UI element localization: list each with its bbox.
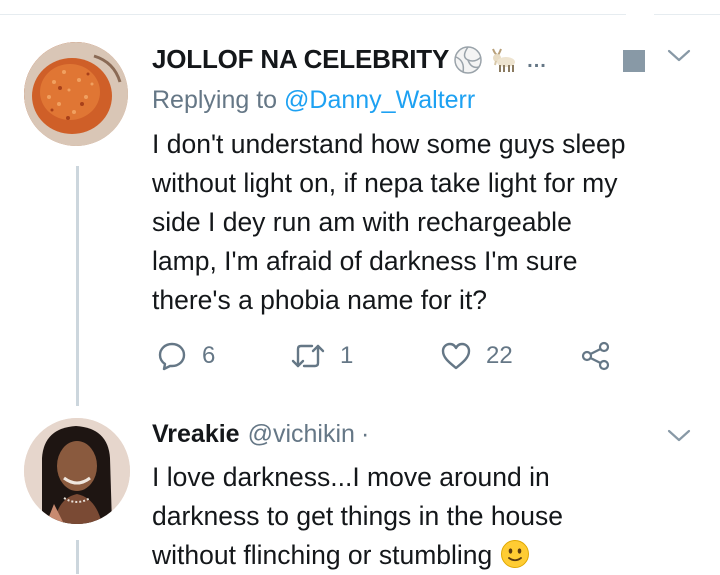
retweet-button[interactable]: 1 (290, 340, 353, 372)
reply-button[interactable]: 6 (156, 340, 215, 372)
share-icon (581, 341, 610, 371)
tweet1-display-name[interactable]: JOLLOF NA CELEBRITY (152, 44, 449, 75)
tweet2-text-line-last: without flinching or stumbling (152, 536, 652, 575)
reply-icon (158, 342, 186, 371)
top-divider-gap (626, 10, 654, 18)
like-count: 22 (486, 342, 513, 369)
volleyball-icon (454, 45, 482, 74)
placeholder-square-icon (623, 50, 645, 72)
tweet2-text-line: darkness to get things in the house (152, 501, 564, 531)
profile-photo (24, 418, 130, 524)
thread-line-continued (76, 540, 79, 574)
tweet1-text: I don't understand how some guys sleep w… (152, 125, 712, 320)
top-divider (0, 14, 720, 15)
tweet1-actions: 6 1 22 (156, 340, 626, 376)
share-button[interactable] (580, 340, 612, 372)
tweet2-display-name[interactable]: Vreakie (152, 420, 240, 449)
tweet1-text-line: there's a phobia name for it? (152, 285, 488, 315)
tweet1-text-line: side I dey run am with rechargeable (152, 207, 572, 237)
chevron-down-icon[interactable] (666, 48, 692, 64)
slightly-smiling-face-icon (501, 540, 530, 568)
tweet1-text-line: I don't understand how some guys sleep (152, 129, 626, 159)
tweet2-handle[interactable]: @vichikin (248, 420, 355, 449)
goat-icon (492, 48, 516, 72)
tweet2-separator: · (360, 420, 370, 448)
replying-prefix: Replying to (152, 86, 285, 114)
tweet2-text: I love darkness...I move around in darkn… (152, 458, 652, 575)
chevron-down-icon[interactable] (666, 428, 692, 444)
tweet1-text-line: without light on, if nepa take light for… (152, 168, 618, 198)
tweet2-text-line: without flinching or stumbling (152, 540, 493, 570)
avatar-jollof[interactable] (24, 42, 128, 146)
tweet2-header: Vreakie @vichikin · (152, 420, 369, 449)
tweet2-text-line: I love darkness...I move around in (152, 462, 550, 492)
replying-handle-link[interactable]: @Danny_Walterr (284, 86, 475, 114)
tweet1-header: JOLLOF NA CELEBRITY ... (152, 44, 547, 75)
retweet-count: 1 (340, 342, 354, 369)
like-button[interactable]: 22 (440, 340, 513, 372)
heart-icon (441, 342, 471, 370)
jollof-rice-image (24, 42, 128, 146)
replying-to: Replying to @Danny_Walterr (152, 86, 475, 115)
thread-line (76, 166, 79, 406)
tweet1-text-line: lamp, I'm afraid of darkness I'm sure (152, 246, 578, 276)
reply-count: 6 (202, 342, 216, 369)
avatar-vreakie[interactable] (24, 418, 130, 524)
retweet-icon (291, 344, 325, 368)
tweet1-more[interactable]: ... (527, 50, 547, 73)
